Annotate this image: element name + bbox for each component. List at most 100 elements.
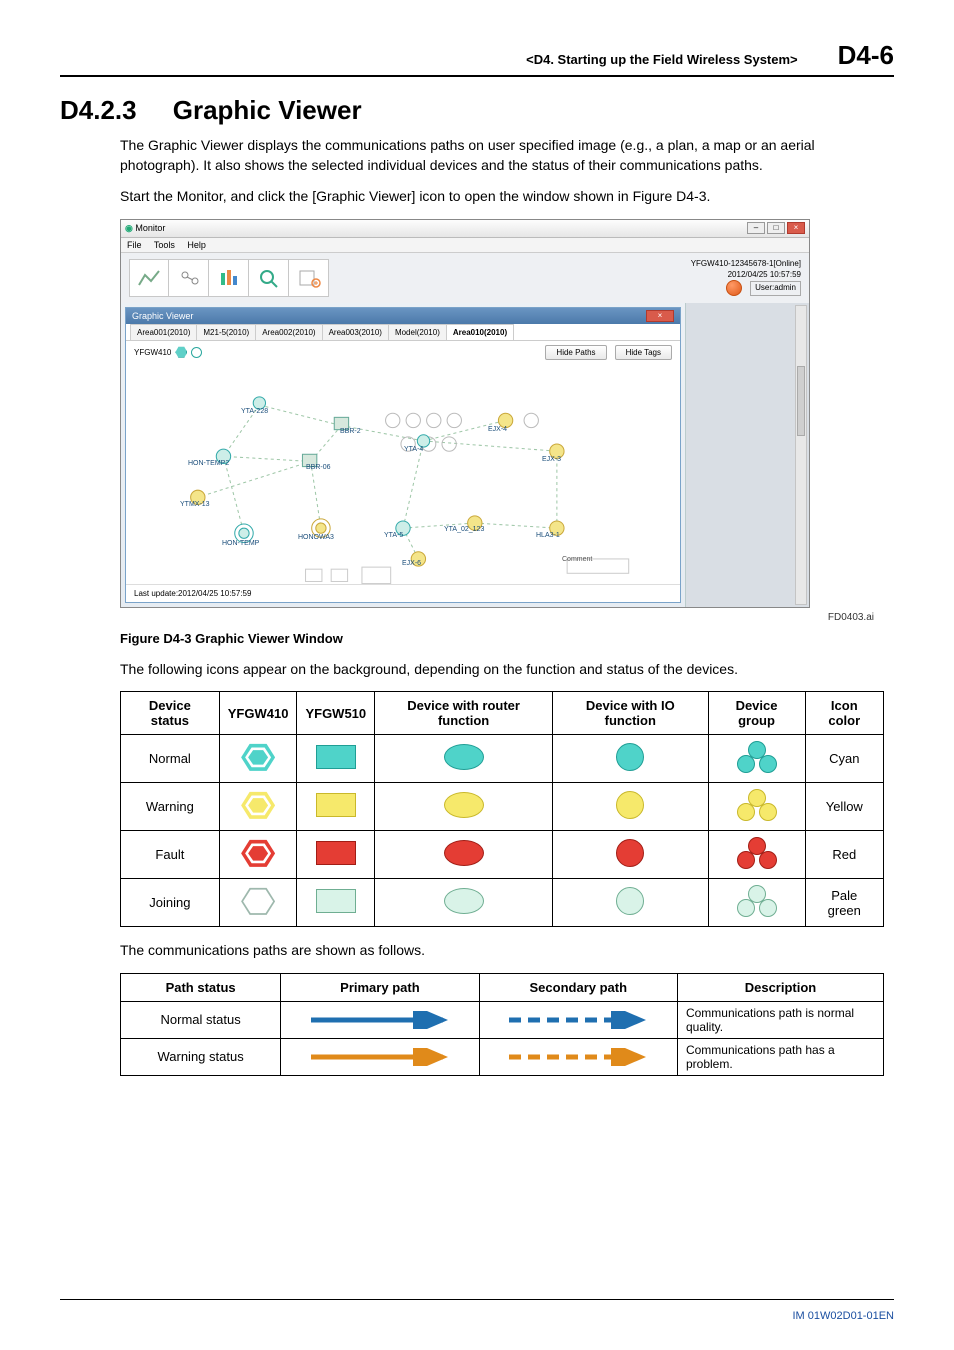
status-user: User:admin xyxy=(750,281,801,295)
paragraph-start: Start the Monitor, and click the [Graphi… xyxy=(120,187,884,207)
row-warning: Warning Yellow xyxy=(121,783,884,831)
path-warning-desc: Communications path has a problem. xyxy=(677,1038,883,1075)
close-button[interactable]: × xyxy=(787,222,805,234)
row-fault: Fault Red xyxy=(121,831,884,879)
topology-canvas[interactable]: YTA-228 BBR-2 EJX-4 YTA-4 EJX-3 HON-TEMP… xyxy=(126,364,680,584)
footer-rule xyxy=(60,1299,894,1300)
figure-id: FD0403.ai xyxy=(120,612,874,623)
hide-tags-button[interactable]: Hide Tags xyxy=(615,345,672,360)
th-yfgw510: YFGW510 xyxy=(297,692,375,735)
screenshot-figure: ◉ Monitor – □ × File Tools Help YFGW410-… xyxy=(120,219,884,623)
tab-m21[interactable]: M21-5(2010) xyxy=(196,324,256,340)
device-label: YFGW410 xyxy=(134,348,171,357)
hex-pale-icon xyxy=(241,886,275,916)
rect-pale-icon xyxy=(316,889,356,913)
row-joining: Joining Pale green xyxy=(121,879,884,927)
circle-cyan-icon xyxy=(616,743,644,771)
toolbar-icon-1[interactable] xyxy=(129,259,169,297)
paragraph-intro: The Graphic Viewer displays the communic… xyxy=(120,136,884,175)
paragraph-icons: The following icons appear on the backgr… xyxy=(120,660,884,680)
ellipse-red-icon xyxy=(444,840,484,866)
minimize-button[interactable]: – xyxy=(747,222,765,234)
th-io: Device with IO function xyxy=(553,692,708,735)
pth-primary-h: Primary path xyxy=(281,973,479,1001)
toolbar-icon-4[interactable] xyxy=(249,259,289,297)
toolbar-icon-3[interactable] xyxy=(209,259,249,297)
hex-cyan-icon xyxy=(241,742,275,772)
comment-box-label: Comment xyxy=(562,556,592,563)
circle-red-icon xyxy=(616,839,644,867)
area-tabs: Area001(2010)M21-5(2010)Area002(2010)Are… xyxy=(126,324,680,341)
main-toolbar: YFGW410-12345678-1[Online] 2012/04/25 10… xyxy=(121,253,809,303)
cell-warning-status: Warning xyxy=(121,783,220,831)
primary-warning-icon xyxy=(281,1038,479,1075)
window-control-buttons: – □ × xyxy=(747,222,805,234)
status-timestamp: 2012/04/25 10:57:59 xyxy=(691,270,801,280)
chapter-title: <D4. Starting up the Field Wireless Syst… xyxy=(526,52,798,67)
tab-area003[interactable]: Area003(2010) xyxy=(322,324,389,340)
topology-svg xyxy=(126,364,680,584)
pth-desc-h: Description xyxy=(677,973,883,1001)
toolbar-icon-2[interactable] xyxy=(169,259,209,297)
node-hla31: HLA3-1 xyxy=(536,532,560,539)
status-panel: YFGW410-12345678-1[Online] 2012/04/25 10… xyxy=(691,259,801,296)
node-ejx3: EJX-3 xyxy=(542,456,561,463)
menu-bar: File Tools Help xyxy=(121,238,809,253)
node-yta5: YTA-5 xyxy=(384,532,403,539)
circle-yellow-icon xyxy=(616,791,644,819)
th-device-status: Device status xyxy=(121,692,220,735)
device-indicator: YFGW410 xyxy=(134,346,202,358)
tab-model[interactable]: Model(2010) xyxy=(388,324,447,340)
tab-area001[interactable]: Area001(2010) xyxy=(130,324,197,340)
cell-joining-color: Pale green xyxy=(805,879,883,927)
ellipse-yellow-icon xyxy=(444,792,484,818)
section-heading: D4.2.3 Graphic Viewer xyxy=(60,95,894,126)
cell-joining-status: Joining xyxy=(121,879,220,927)
cell-normal-color: Cyan xyxy=(805,735,883,783)
path-status-table: Path status Primary path Secondary path … xyxy=(120,973,884,1076)
tab-area010[interactable]: Area010(2010) xyxy=(446,324,514,340)
node-yta4: YTA-4 xyxy=(404,446,423,453)
panel-title: Graphic Viewer xyxy=(132,311,193,321)
path-warning-label: Warning status xyxy=(121,1038,281,1075)
menu-tools[interactable]: Tools xyxy=(154,240,175,250)
cell-fault-status: Fault xyxy=(121,831,220,879)
lifebuoy-icon[interactable] xyxy=(726,280,742,296)
th-color: Icon color xyxy=(805,692,883,735)
toolbar-icon-5[interactable] xyxy=(289,259,329,297)
path-row-normal: Normal status Communications path is nor… xyxy=(121,1001,884,1038)
th-group: Device group xyxy=(708,692,805,735)
group-red-icon xyxy=(737,837,777,869)
document-id: IM 01W02D01-01EN xyxy=(793,1310,895,1322)
primary-normal-icon xyxy=(281,1001,479,1038)
node-yta228: YTA-228 xyxy=(241,408,268,415)
rect-cyan-icon xyxy=(316,745,356,769)
window-titlebar: ◉ Monitor – □ × xyxy=(121,220,809,238)
panel-titlebar: Graphic Viewer × xyxy=(126,308,680,324)
scrollbar[interactable] xyxy=(795,305,807,605)
menu-help[interactable]: Help xyxy=(187,240,206,250)
window-title: ◉ Monitor xyxy=(125,223,165,234)
ellipse-pale-icon xyxy=(444,888,484,914)
rect-yellow-icon xyxy=(316,793,356,817)
graphic-viewer-panel: Graphic Viewer × Area001(2010)M21-5(2010… xyxy=(125,307,681,603)
panel-close-button[interactable]: × xyxy=(646,310,674,322)
node-hontemp2: HON-TEMP2 xyxy=(188,460,229,467)
scrollbar-thumb[interactable] xyxy=(797,366,805,436)
cell-warning-color: Yellow xyxy=(805,783,883,831)
page-number: D4-6 xyxy=(838,40,894,71)
tab-area002[interactable]: Area002(2010) xyxy=(255,324,322,340)
panel-footer: Last update:2012/04/25 10:57:59 xyxy=(126,584,680,602)
menu-file[interactable]: File xyxy=(127,240,142,250)
cell-normal-status: Normal xyxy=(121,735,220,783)
hide-paths-button[interactable]: Hide Paths xyxy=(545,345,606,360)
maximize-button[interactable]: □ xyxy=(767,222,785,234)
group-pale-icon xyxy=(737,885,777,917)
mini-hex-icon xyxy=(175,346,187,358)
node-ejx6: EJX-6 xyxy=(402,560,421,567)
paragraph-paths: The communications paths are shown as fo… xyxy=(120,941,884,961)
circle-pale-icon xyxy=(616,887,644,915)
th-yfgw410: YFGW410 xyxy=(219,692,297,735)
node-bbr2: BBR-2 xyxy=(340,428,361,435)
pth-status-h: Path status xyxy=(121,973,281,1001)
